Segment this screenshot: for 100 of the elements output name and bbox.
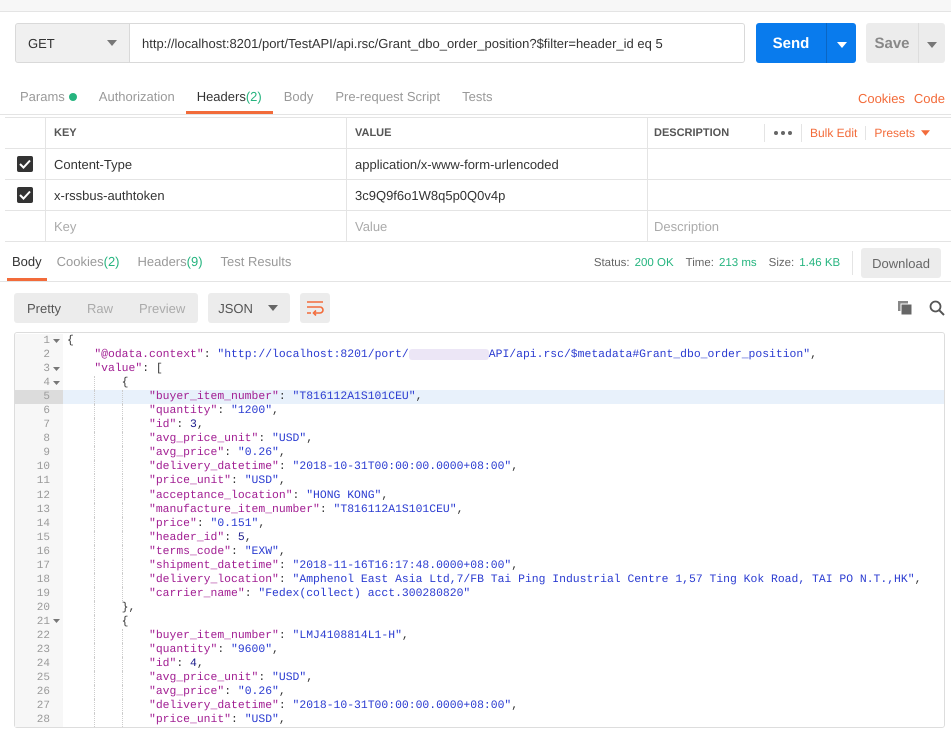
column-header: KEY [46,118,347,148]
code-line: "manufacture_item_number": "T816112A1S101CEU", [148,502,464,517]
presets-dropdown[interactable]: Presets [865,126,938,140]
status-label: Status: [594,257,630,269]
fold-arrow-icon[interactable] [53,366,60,372]
line-number: 22 [36,628,50,644]
code-line: }, [122,600,136,615]
request-tab[interactable]: Authorization [88,82,186,114]
line-number: 8 [43,432,50,446]
line-number: 4 [43,376,50,390]
request-tab[interactable]: Pre-request Script [324,82,452,114]
status-value: 1.46 KB [799,257,840,269]
line-number: 9 [43,446,50,460]
line-number: 14 [36,516,50,531]
checkbox[interactable] [17,156,33,172]
caret-icon [921,130,930,136]
request-tab[interactable]: Headers(2) [186,82,273,114]
caret-icon [927,42,937,48]
method-dropdown[interactable]: GET [15,23,130,63]
fold-arrow-icon[interactable] [53,338,60,344]
fold-arrow-icon[interactable] [53,380,60,386]
code-line: "@odata.context": "http://localhost:8201/port/ API/api.rsc/$metadata#Grant_dbo_order_position", [94,348,817,362]
code-line: "quantity": "1200", [148,404,279,418]
send-button[interactable]: Send [756,23,826,63]
code-line: "buyer_item_number": "LMJ4108814L1-H", [148,628,409,644]
status-value: 213 ms [718,257,757,269]
bulk-edit-link[interactable]: Bulk Edit [802,126,866,140]
line-number: 3 [43,362,50,376]
code-line: "id": 3, [148,418,204,432]
input-field[interactable]: Key [54,218,317,234]
copy-icon[interactable] [897,300,913,316]
code-line: { [122,376,128,390]
input-field[interactable]: Value [355,218,618,234]
line-number: 16 [36,544,50,559]
request-tab[interactable]: Tests [451,82,504,114]
code-line: { [122,614,128,629]
line-number: 19 [36,586,50,601]
table-cell: Content-Type [54,156,132,172]
response-tab[interactable]: Body [7,245,47,281]
code-line: "carrier_name": "Fedex(collect) acct.300280820" [148,586,470,601]
code-line: "avg_price": "0.26", [148,685,286,700]
line-number: 10 [36,460,50,474]
search-icon[interactable] [929,300,945,316]
response-tab[interactable]: Test Results [216,245,300,281]
view-mode-button[interactable]: Raw [74,293,126,323]
line-number: 20 [36,600,50,615]
line-number: 2 [43,348,50,362]
input-field[interactable]: Description [654,218,922,234]
line-number: 15 [36,530,50,545]
line-number: 6 [43,404,50,418]
status-value: 200 OK [634,257,674,269]
line-number: 7 [43,418,50,432]
wrap-lines-button[interactable] [300,293,330,323]
url-field[interactable]: http://localhost:8201/port/TestAPI/api.rsc/Grant_dbo_order_position?$filter=header_id eq 5 [130,23,745,63]
caret-icon [836,42,846,48]
code-line: "avg_price_unit": "USD", [148,671,314,686]
code-line: "acceptance_location": "HONG KONG", [148,488,388,503]
line-number: 11 [36,474,50,489]
code-line: "delivery_location": "Amphenol East Asia Ltd,7/FB Tai Ping Industrial Centre 1,57 Ting Kok Road, TAI PO N.T.,HK", [148,572,922,587]
code-line: "price": "0.151", [148,516,266,531]
line-number: 1 [43,334,50,348]
save-button[interactable]: Save [866,23,918,63]
send-options-button[interactable] [826,23,856,63]
code-line: "terms_code": "EXW", [148,544,286,559]
line-number: 17 [36,558,50,573]
code-line: "header_id": 5, [148,530,252,545]
request-tab[interactable]: Params [9,82,88,114]
table-cell: 3c9Q9f6o1W8q5p0Q0v4p [355,188,506,202]
code-line: "price_unit": "USD", [148,474,286,489]
status-label: Time: [686,257,714,269]
header-link[interactable]: Cookies [854,82,908,114]
line-number: 12 [36,488,50,503]
table-cell: x-rssbus-authtoken [54,188,165,202]
code-line: "price_unit": "USD", [148,713,286,728]
save-options-button[interactable] [918,23,945,63]
line-number: 13 [36,502,50,517]
fold-arrow-icon[interactable] [53,619,60,624]
code-line: "avg_price": "0.26", [148,446,286,460]
header-link[interactable]: Code [910,82,948,114]
line-number: 21 [36,614,50,629]
caret-icon [107,40,117,46]
view-mode-button[interactable]: Preview [126,293,198,323]
response-tab[interactable]: Headers(9) [132,245,211,281]
line-number: 28 [36,713,50,728]
download-button[interactable]: Download [861,248,941,278]
code-line: "value": [ [94,362,163,376]
more-options-icon[interactable] [764,124,802,142]
response-tab[interactable]: Cookies(2) [52,245,128,281]
line-number: 24 [36,657,50,672]
line-number: 27 [36,699,50,714]
code-line: "quantity": "9600", [148,643,279,658]
code-line: "id": 4, [148,657,204,672]
view-mode-button[interactable]: Pretty [14,293,74,323]
checkbox[interactable] [17,187,33,203]
code-line: "shipment_datetime": "2018-11-16T16:17:48.0000+08:00", [148,558,518,573]
line-number: 25 [36,671,50,686]
request-tab[interactable]: Body [272,82,324,114]
code-line: { [67,334,74,348]
line-number: 18 [36,572,50,587]
format-dropdown[interactable]: JSON [208,293,290,323]
